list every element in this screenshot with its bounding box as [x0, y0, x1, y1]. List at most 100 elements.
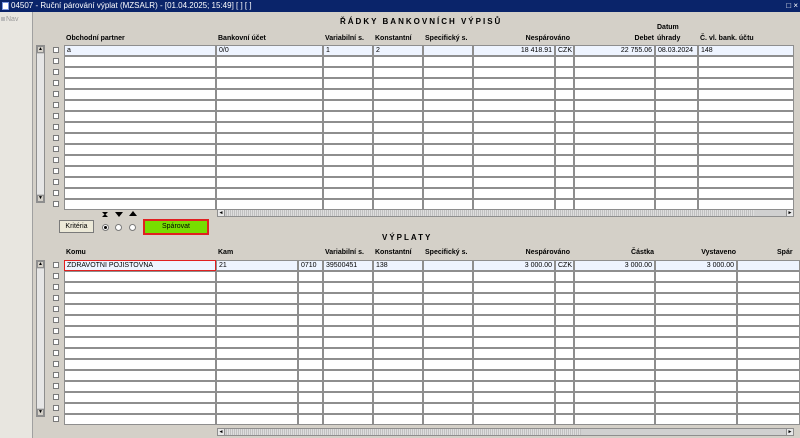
grid-cell-currency[interactable] — [555, 133, 574, 144]
grid-cell-ks[interactable] — [373, 166, 423, 177]
grid-cell-ss[interactable] — [423, 260, 473, 271]
row-checkbox[interactable] — [53, 328, 59, 334]
grid-cell-unpaired[interactable] — [473, 392, 555, 403]
row-checkbox[interactable] — [53, 372, 59, 378]
grid-cell-currency[interactable]: CZK — [555, 45, 574, 56]
grid-cell-vs[interactable] — [323, 293, 373, 304]
grid-cell-issued[interactable] — [655, 370, 737, 381]
grid-cell-vs[interactable]: 39500451 — [323, 260, 373, 271]
grid-cell-ks[interactable] — [373, 67, 423, 78]
grid-cell-unpaired[interactable] — [473, 166, 555, 177]
grid-cell-ks[interactable] — [373, 155, 423, 166]
grid-cell-ks[interactable] — [373, 337, 423, 348]
grid-cell-account[interactable] — [216, 78, 323, 89]
grid-cell-ss[interactable] — [423, 78, 473, 89]
grid-cell-vs[interactable] — [323, 414, 373, 425]
grid-cell-ks[interactable] — [373, 111, 423, 122]
navigation-pane[interactable]: Nav — [0, 12, 33, 438]
grid-cell-paired[interactable] — [737, 260, 800, 271]
grid-cell-vs[interactable]: 1 — [323, 45, 373, 56]
grid-cell-currency[interactable] — [555, 337, 574, 348]
grid-cell-paired[interactable] — [737, 282, 800, 293]
grid-cell-vs[interactable] — [323, 188, 373, 199]
grid-cell-currency[interactable] — [555, 381, 574, 392]
grid-cell-unpaired[interactable] — [473, 403, 555, 414]
grid-cell-ss[interactable] — [423, 100, 473, 111]
grid-cell-ks[interactable] — [373, 381, 423, 392]
grid-cell-partner[interactable] — [64, 56, 216, 67]
radio-option-3[interactable] — [129, 224, 136, 231]
grid-cell-ks[interactable] — [373, 56, 423, 67]
grid-cell-vs[interactable] — [323, 381, 373, 392]
scroll-right-icon[interactable]: ► — [786, 429, 793, 435]
grid-cell-vs[interactable] — [323, 144, 373, 155]
grid-cell-ks[interactable] — [373, 414, 423, 425]
grid-cell-kam[interactable] — [216, 348, 298, 359]
grid-cell-vs[interactable] — [323, 56, 373, 67]
grid-cell-unpaired[interactable] — [473, 304, 555, 315]
grid-cell-account[interactable]: 0/0 — [216, 45, 323, 56]
grid-cell-currency[interactable] — [555, 403, 574, 414]
sort-down-icon[interactable] — [115, 212, 123, 217]
grid-cell-account[interactable] — [216, 133, 323, 144]
grid-cell-bank-code[interactable] — [298, 392, 323, 403]
row-checkbox[interactable] — [53, 146, 59, 152]
grid-cell-bank-code[interactable] — [298, 337, 323, 348]
grid-cell-ks[interactable]: 138 — [373, 260, 423, 271]
grid-cell-date[interactable] — [655, 111, 698, 122]
grid-cell-unpaired[interactable] — [473, 56, 555, 67]
grid-cell-unpaired[interactable]: 18 418.91 — [473, 45, 555, 56]
grid-cell-bank-code[interactable] — [298, 381, 323, 392]
grid-cell-ss[interactable] — [423, 348, 473, 359]
grid-cell-issued[interactable] — [655, 282, 737, 293]
grid-cell-paired[interactable] — [737, 414, 800, 425]
grid-cell-date[interactable] — [655, 89, 698, 100]
grid-cell-unpaired[interactable] — [473, 89, 555, 100]
grid-cell-unpaired[interactable] — [473, 359, 555, 370]
grid-cell-komu[interactable] — [64, 370, 216, 381]
grid-cell-ks[interactable] — [373, 100, 423, 111]
grid-cell-komu[interactable] — [64, 337, 216, 348]
grid-cell-komu[interactable] — [64, 326, 216, 337]
grid-cell-bank-code[interactable] — [298, 348, 323, 359]
bank-vertical-scrollbar[interactable]: ▲ ▼ — [36, 45, 45, 203]
grid-cell-own-account[interactable] — [698, 177, 794, 188]
grid-cell-currency[interactable] — [555, 100, 574, 111]
grid-cell-ss[interactable] — [423, 326, 473, 337]
grid-cell-own-account[interactable] — [698, 78, 794, 89]
grid-cell-partner[interactable] — [64, 111, 216, 122]
grid-cell-ss[interactable] — [423, 111, 473, 122]
grid-cell-unpaired[interactable] — [473, 337, 555, 348]
grid-cell-ss[interactable] — [423, 403, 473, 414]
grid-cell-issued[interactable] — [655, 359, 737, 370]
grid-cell-paired[interactable] — [737, 271, 800, 282]
scroll-left-icon[interactable]: ◄ — [218, 210, 225, 216]
grid-cell-partner[interactable] — [64, 78, 216, 89]
grid-cell-amount[interactable] — [574, 326, 655, 337]
row-checkbox[interactable] — [53, 201, 59, 207]
grid-cell-unpaired[interactable] — [473, 348, 555, 359]
grid-cell-currency[interactable] — [555, 188, 574, 199]
row-checkbox[interactable] — [53, 179, 59, 185]
grid-cell-ks[interactable] — [373, 315, 423, 326]
grid-cell-currency[interactable] — [555, 359, 574, 370]
grid-cell-unpaired[interactable] — [473, 144, 555, 155]
row-checkbox[interactable] — [53, 157, 59, 163]
grid-cell-unpaired[interactable] — [473, 326, 555, 337]
grid-cell-account[interactable] — [216, 100, 323, 111]
grid-cell-amount[interactable] — [574, 271, 655, 282]
grid-cell-issued[interactable]: 3 000.00 — [655, 260, 737, 271]
grid-cell-kam[interactable] — [216, 392, 298, 403]
grid-cell-own-account[interactable] — [698, 188, 794, 199]
grid-cell-ss[interactable] — [423, 414, 473, 425]
grid-cell-ks[interactable] — [373, 122, 423, 133]
grid-cell-ks[interactable] — [373, 271, 423, 282]
grid-cell-unpaired[interactable] — [473, 282, 555, 293]
grid-cell-komu[interactable]: ZDRAVOTNI POJISTOVNA — [64, 260, 216, 271]
grid-cell-date[interactable] — [655, 177, 698, 188]
grid-cell-vs[interactable] — [323, 166, 373, 177]
grid-cell-debet[interactable] — [574, 122, 655, 133]
grid-cell-issued[interactable] — [655, 392, 737, 403]
row-checkbox[interactable] — [53, 69, 59, 75]
grid-cell-debet[interactable] — [574, 89, 655, 100]
